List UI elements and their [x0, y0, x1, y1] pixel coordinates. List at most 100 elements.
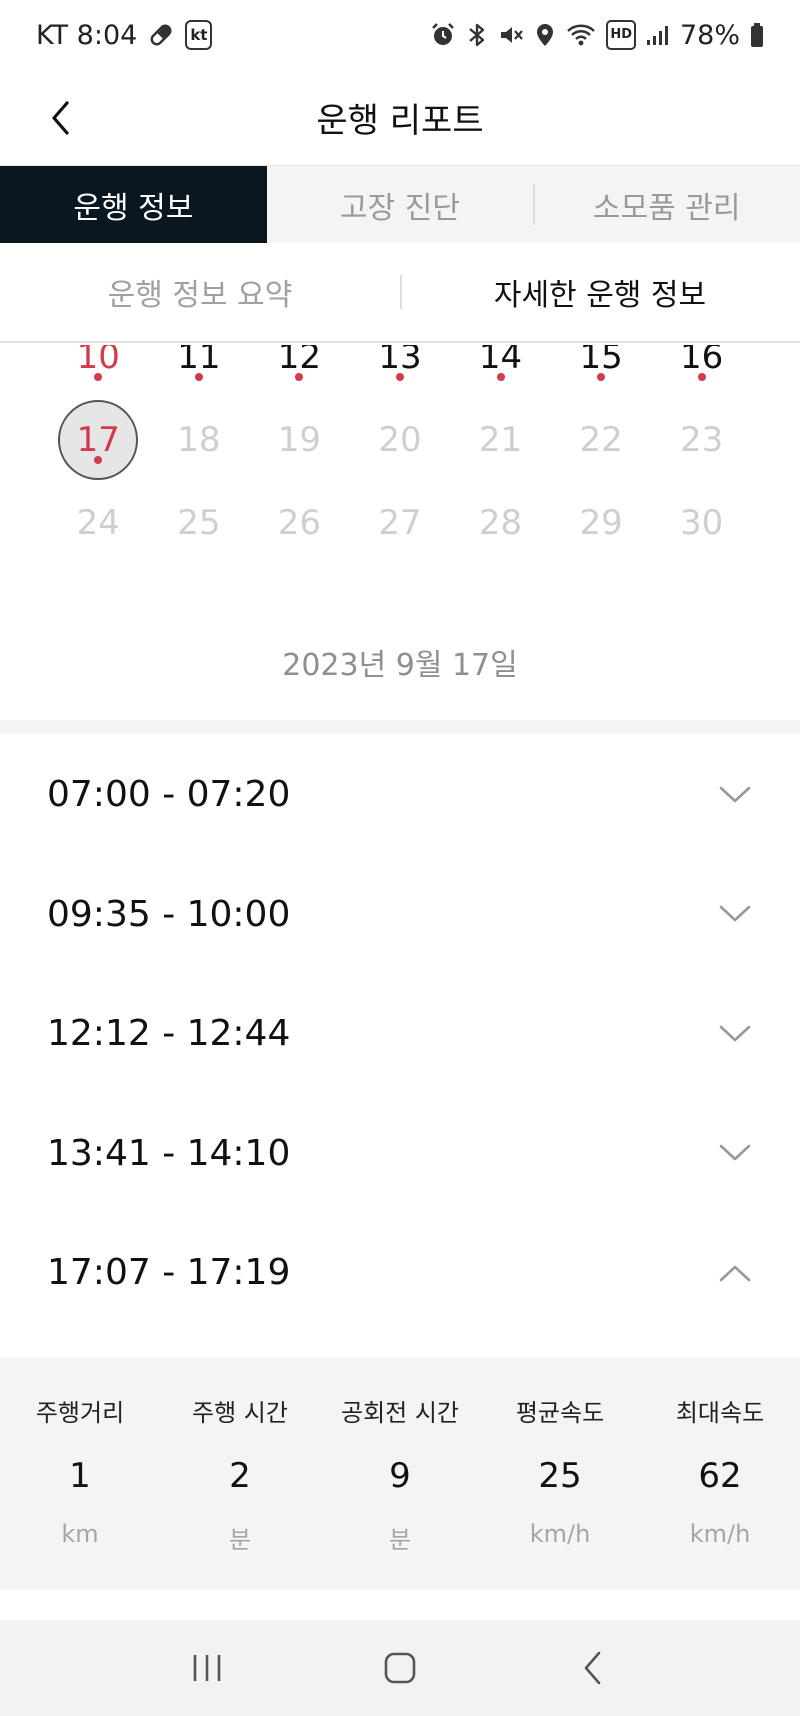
calendar-day[interactable]: 15 — [551, 345, 652, 397]
calendar-day-number: 19 — [277, 420, 322, 460]
home-icon — [384, 1652, 416, 1684]
trip-time: 07:00 - 07:20 — [47, 774, 291, 816]
calendar-day[interactable]: 28 — [450, 483, 551, 563]
chevron-down-icon[interactable] — [717, 896, 753, 932]
stat-value: 1 — [69, 1456, 91, 1496]
calendar-day[interactable]: 24 — [48, 483, 149, 563]
trip-time: 17:07 - 17:19 — [47, 1252, 291, 1294]
sub-tabs: 운행 정보 요약 자세한 운행 정보 — [0, 243, 800, 343]
calendar-day-number: 28 — [478, 503, 523, 543]
chevron-down-icon[interactable] — [717, 1016, 753, 1052]
calendar-day-number: 18 — [177, 420, 221, 460]
calendar-day[interactable]: 29 — [551, 483, 652, 563]
system-nav-bar — [0, 1620, 800, 1716]
calendar-day[interactable]: 19 — [249, 400, 350, 480]
trip-indicator-dot — [194, 373, 203, 381]
stat-value: 25 — [538, 1456, 582, 1496]
trip-indicator-dot — [395, 373, 404, 381]
calendar-day-number: 24 — [76, 503, 120, 543]
stat-unit: 분 — [228, 1526, 252, 1554]
trip-list: 07:00 - 07:20 09:35 - 10:00 12:12 - 12:4… — [0, 735, 800, 1333]
trip-indicator-dot — [697, 373, 706, 381]
calendar-day-selected[interactable]: 17 — [48, 400, 149, 480]
stat-label: 최대속도 — [675, 1399, 765, 1427]
battery-percent: 78% — [679, 19, 740, 51]
calendar-day[interactable]: 11 — [149, 345, 250, 397]
calendar-day[interactable]: 30 — [651, 483, 752, 563]
calendar-day[interactable]: 12 — [249, 345, 350, 397]
section-divider — [0, 720, 800, 734]
stat-label: 평균속도 — [515, 1399, 605, 1427]
calendar-day[interactable]: 18 — [149, 400, 250, 480]
stat-value: 9 — [389, 1456, 411, 1496]
kt-icon: kt — [185, 20, 213, 50]
subtab-detailed[interactable]: 자세한 운행 정보 — [400, 243, 800, 341]
calendar-day-number: 17 — [76, 420, 120, 460]
calendar-day[interactable]: 14 — [450, 345, 551, 397]
calendar-week-row: 17 18 19 20 21 22 23 — [48, 400, 752, 480]
tab-drive-info[interactable]: 운행 정보 — [0, 166, 267, 243]
stat-unit: 분 — [388, 1526, 412, 1554]
selected-date-label: 2023년 9월 17일 — [282, 648, 518, 683]
calendar-day[interactable]: 13 — [350, 345, 451, 397]
back-button[interactable] — [36, 90, 86, 146]
trip-row[interactable]: 13:41 - 14:10 — [0, 1094, 800, 1214]
calendar-day[interactable]: 16 — [651, 345, 752, 397]
hd-voice-icon: HD — [606, 20, 636, 50]
calendar-day[interactable]: 10 — [48, 345, 149, 397]
stat-value: 2 — [229, 1456, 251, 1496]
recent-apps-icon — [193, 1655, 220, 1681]
calendar-week-row: 10 11 12 13 14 15 16 — [48, 345, 752, 397]
chevron-left-icon — [52, 101, 69, 135]
trip-row[interactable]: 12:12 - 12:44 — [0, 974, 800, 1094]
stat-unit: km/h — [689, 1520, 751, 1548]
calendar-day[interactable]: 27 — [350, 483, 451, 563]
subtab-summary[interactable]: 운행 정보 요약 — [0, 243, 400, 341]
tab-fault-diagnosis[interactable]: 고장 진단 — [267, 166, 534, 243]
calendar-day[interactable]: 20 — [350, 400, 451, 480]
calendar-day-number: 25 — [177, 503, 221, 543]
calendar-day[interactable]: 26 — [249, 483, 350, 563]
calendar-day-number: 29 — [579, 503, 623, 543]
trip-time: 09:35 - 10:00 — [47, 893, 291, 935]
calendar-day-number: 30 — [680, 503, 724, 543]
home-button[interactable] — [360, 1638, 440, 1698]
alarm-icon — [430, 20, 456, 50]
chevron-up-icon[interactable] — [717, 1255, 753, 1291]
calendar-day[interactable]: 23 — [651, 400, 752, 480]
tab-consumables[interactable]: 소모품 관리 — [533, 166, 800, 243]
calendar-day[interactable]: 22 — [551, 400, 652, 480]
stat-avg-speed: 평균속도 25 km/h — [480, 1357, 640, 1590]
trip-indicator-dot — [295, 373, 304, 381]
calendar-day-number: 23 — [680, 420, 724, 460]
chevron-down-icon[interactable] — [717, 1135, 753, 1171]
calendar-week-row: 24 25 26 27 28 29 30 — [48, 483, 752, 563]
bluetooth-icon — [466, 20, 488, 50]
status-right: HD 78% — [430, 20, 764, 51]
trip-row-expanded[interactable]: 17:07 - 17:19 — [0, 1213, 800, 1333]
trip-row[interactable]: 07:00 - 07:20 — [0, 735, 800, 855]
stat-distance: 주행거리 1 km — [0, 1357, 160, 1590]
trip-time: 13:41 - 14:10 — [47, 1132, 291, 1174]
calendar-day-number: 21 — [478, 420, 523, 460]
back-icon — [585, 1651, 601, 1685]
system-back-button[interactable] — [553, 1638, 633, 1698]
calendar-day-number: 20 — [378, 420, 422, 460]
calendar-day-number: 27 — [378, 503, 422, 543]
calendar-day[interactable]: 25 — [149, 483, 250, 563]
trip-time: 12:12 - 12:44 — [47, 1013, 291, 1055]
signal-icon — [646, 20, 670, 50]
page-title: 운행 리포트 — [316, 101, 484, 141]
stat-max-speed: 최대속도 62 km/h — [640, 1357, 800, 1590]
stat-unit: km — [61, 1520, 99, 1548]
spacer — [0, 1590, 800, 1620]
app-header: 운행 리포트 — [0, 70, 800, 165]
chevron-down-icon[interactable] — [717, 777, 753, 813]
location-icon — [534, 20, 556, 50]
trip-row[interactable]: 09:35 - 10:00 — [0, 855, 800, 975]
calendar: 10 11 12 13 14 15 16 17 18 19 20 21 22 23 24 25 26 27 28… — [0, 345, 800, 570]
recent-apps-button[interactable] — [167, 1638, 247, 1698]
calendar-day[interactable]: 21 — [450, 400, 551, 480]
stat-drive-time: 주행 시간 2 분 — [160, 1357, 320, 1590]
wifi-icon — [566, 20, 596, 50]
